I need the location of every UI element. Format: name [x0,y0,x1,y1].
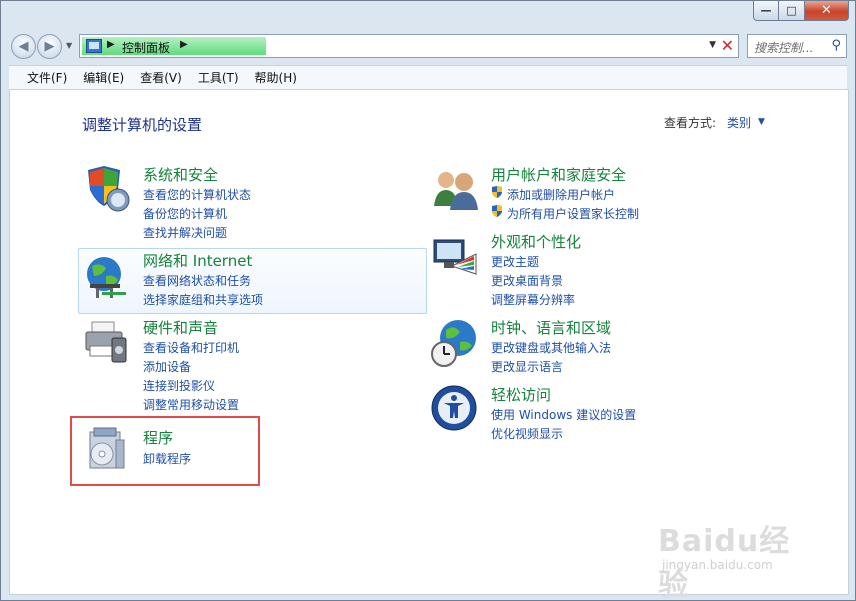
link-mobility-settings[interactable]: 调整常用移动设置 [143,396,239,413]
monitor-palette-icon [433,239,477,275]
link-optimize-display[interactable]: 优化视频显示 [491,425,563,442]
link-troubleshoot[interactable]: 查找并解决问题 [143,224,227,241]
category-clock-region[interactable]: 时钟、语言和区域 [491,317,611,338]
menu-edit[interactable]: 编辑(E) [75,67,132,88]
link-connect-projector[interactable]: 连接到投影仪 [143,377,215,394]
page-title: 调整计算机的设置 [82,116,203,134]
link-display-language[interactable]: 更改显示语言 [491,358,563,375]
link-windows-suggested-settings[interactable]: 使用 Windows 建议的设置 [491,406,636,423]
navigation-bar: ◀ ▶ ▼ ▶ 控制面板 ▶ ▼ ✕ 搜索控制... ⚲ [9,31,847,61]
watermark-url: jingyan.baidu.com [662,558,773,572]
chevron-down-icon: ▼ [66,41,73,50]
back-button[interactable]: ◀ [11,34,36,59]
view-by-dropdown[interactable]: 类别 [727,114,751,131]
ease-of-access-icon [431,385,477,431]
link-parental-controls[interactable]: 为所有用户设置家长控制 [507,205,639,222]
highlight-box [70,416,260,486]
users-icon [434,172,478,210]
maximize-button[interactable]: □ [779,1,805,21]
view-by-label: 查看方式: [664,116,717,130]
link-check-computer-status[interactable]: 查看您的计算机状态 [143,186,251,203]
breadcrumb-separator-icon[interactable]: ▶ [180,39,188,50]
arrow-right-icon: ▶ [44,39,55,54]
globe-network-icon [87,257,126,298]
recent-pages-button[interactable]: ▼ [66,41,72,50]
category-network-internet[interactable]: 网络和 Internet [143,250,252,271]
link-network-status[interactable]: 查看网络状态和任务 [143,272,251,289]
category-ease-of-access[interactable]: 轻松访问 [491,384,551,405]
search-placeholder: 搜索控制... [754,41,814,55]
search-input[interactable]: 搜索控制... ⚲ [747,34,847,58]
shield-computer-icon [88,166,130,212]
menu-tools[interactable]: 工具(T) [190,67,247,88]
menu-view[interactable]: 查看(V) [132,67,190,88]
link-change-theme[interactable]: 更改主题 [491,253,539,270]
category-appearance[interactable]: 外观和个性化 [491,231,581,252]
minimize-button[interactable]: — [753,1,779,21]
link-add-remove-accounts[interactable]: 添加或删除用户帐户 [507,186,615,203]
breadcrumb-separator-icon[interactable]: ▶ [107,39,115,50]
link-screen-resolution[interactable]: 调整屏幕分辨率 [491,291,575,308]
uac-shield-icon [492,186,502,198]
printer-icon [85,321,127,363]
search-icon[interactable]: ⚲ [831,38,841,53]
category-user-accounts[interactable]: 用户帐户和家庭安全 [491,164,626,185]
link-devices-printers[interactable]: 查看设备和打印机 [143,339,239,356]
stop-icon[interactable]: ✕ [721,36,734,55]
link-backup-computer[interactable]: 备份您的计算机 [143,205,227,222]
caption-buttons: — □ ✕ [753,1,849,21]
category-system-security[interactable]: 系统和安全 [143,164,218,185]
watermark: Baidu经验 jingyan.baidu.com [658,516,808,601]
category-hardware-sound[interactable]: 硬件和声音 [143,317,218,338]
chevron-down-icon[interactable]: ▼ [758,117,765,127]
close-button[interactable]: ✕ [805,1,849,21]
menu-help[interactable]: 帮助(H) [247,67,305,88]
breadcrumb-control-panel[interactable]: 控制面板 [122,39,170,56]
menu-file[interactable]: 文件(F) [19,67,75,88]
globe-clock-icon [431,320,476,367]
address-dropdown-icon[interactable]: ▼ [709,40,716,50]
forward-button[interactable]: ▶ [37,34,62,59]
arrow-left-icon: ◀ [18,39,29,54]
menu-bar: 文件(F) 编辑(E) 查看(V) 工具(T) 帮助(H) [9,65,847,89]
control-panel-icon [86,39,102,53]
link-homegroup[interactable]: 选择家庭组和共享选项 [143,291,263,308]
link-add-device[interactable]: 添加设备 [143,358,191,375]
address-bar[interactable]: ▶ 控制面板 ▶ ▼ ✕ [79,34,739,58]
content-area: 调整计算机的设置 查看方式: 类别 ▼ 系统和安全 查看您的计算机状态 备份您的… [9,89,849,601]
link-keyboard-input[interactable]: 更改键盘或其他输入法 [491,339,611,356]
window: — □ ✕ ◀ ▶ ▼ ▶ 控制面板 ▶ ▼ ✕ 搜索控制... ⚲ 文件(F)… [0,0,856,601]
link-change-background[interactable]: 更改桌面背景 [491,272,563,289]
uac-shield-icon [492,205,502,217]
